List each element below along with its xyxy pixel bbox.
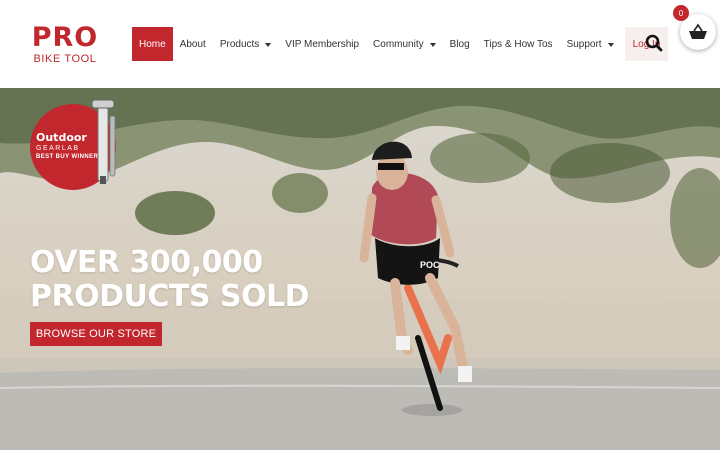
nav-item-community[interactable]: Community	[366, 27, 443, 61]
nav-item-home[interactable]: Home	[132, 27, 173, 61]
nav-label: Blog	[449, 38, 470, 50]
basket-icon	[689, 23, 707, 39]
cart-count-badge: 0	[673, 5, 689, 21]
nav-item-products[interactable]: Products	[213, 27, 278, 61]
nav-item-about[interactable]: About	[173, 27, 213, 61]
logo-wordmark: PRO	[31, 22, 99, 53]
bike-pump-image	[91, 99, 116, 184]
nav-label: VIP Membership	[285, 38, 360, 50]
nav-label: Home	[139, 38, 166, 50]
main-nav: Home About Products VIP Membership Commu…	[132, 27, 669, 61]
nav-label: About	[179, 38, 206, 50]
chevron-down-icon	[265, 42, 272, 47]
nav-item-support[interactable]: Support	[560, 27, 621, 61]
jersey-logo: POC	[420, 260, 440, 270]
nav-label: Tips & How Tos	[483, 38, 553, 50]
search-icon[interactable]	[645, 34, 663, 52]
site-logo[interactable]: PRO BIKE TOOL	[28, 22, 102, 66]
browse-store-button[interactable]: BROWSE OUR STORE	[30, 322, 162, 346]
nav-item-tips[interactable]: Tips & How Tos	[477, 27, 560, 61]
logo-subtitle: BIKE TOOL	[33, 53, 97, 65]
nav-item-blog[interactable]: Blog	[443, 27, 477, 61]
site-header: PRO BIKE TOOL Home About Products VIP Me…	[0, 0, 720, 88]
nav-label: Community	[373, 38, 424, 50]
nav-label: Products	[219, 38, 260, 50]
nav-item-vip-membership[interactable]: VIP Membership	[278, 27, 366, 61]
hero-banner: POC Outdoor GEARLAB BEST BUY WINNER OVER…	[0, 88, 720, 450]
nav-label: Support	[566, 38, 602, 50]
chevron-down-icon	[607, 42, 614, 47]
headline-line-1: OVER 300,000	[30, 245, 263, 280]
hero-headline: OVER 300,000 PRODUCTS SOLD	[30, 245, 310, 314]
chevron-down-icon	[429, 42, 436, 47]
headline-line-2: PRODUCTS SOLD	[30, 279, 310, 314]
